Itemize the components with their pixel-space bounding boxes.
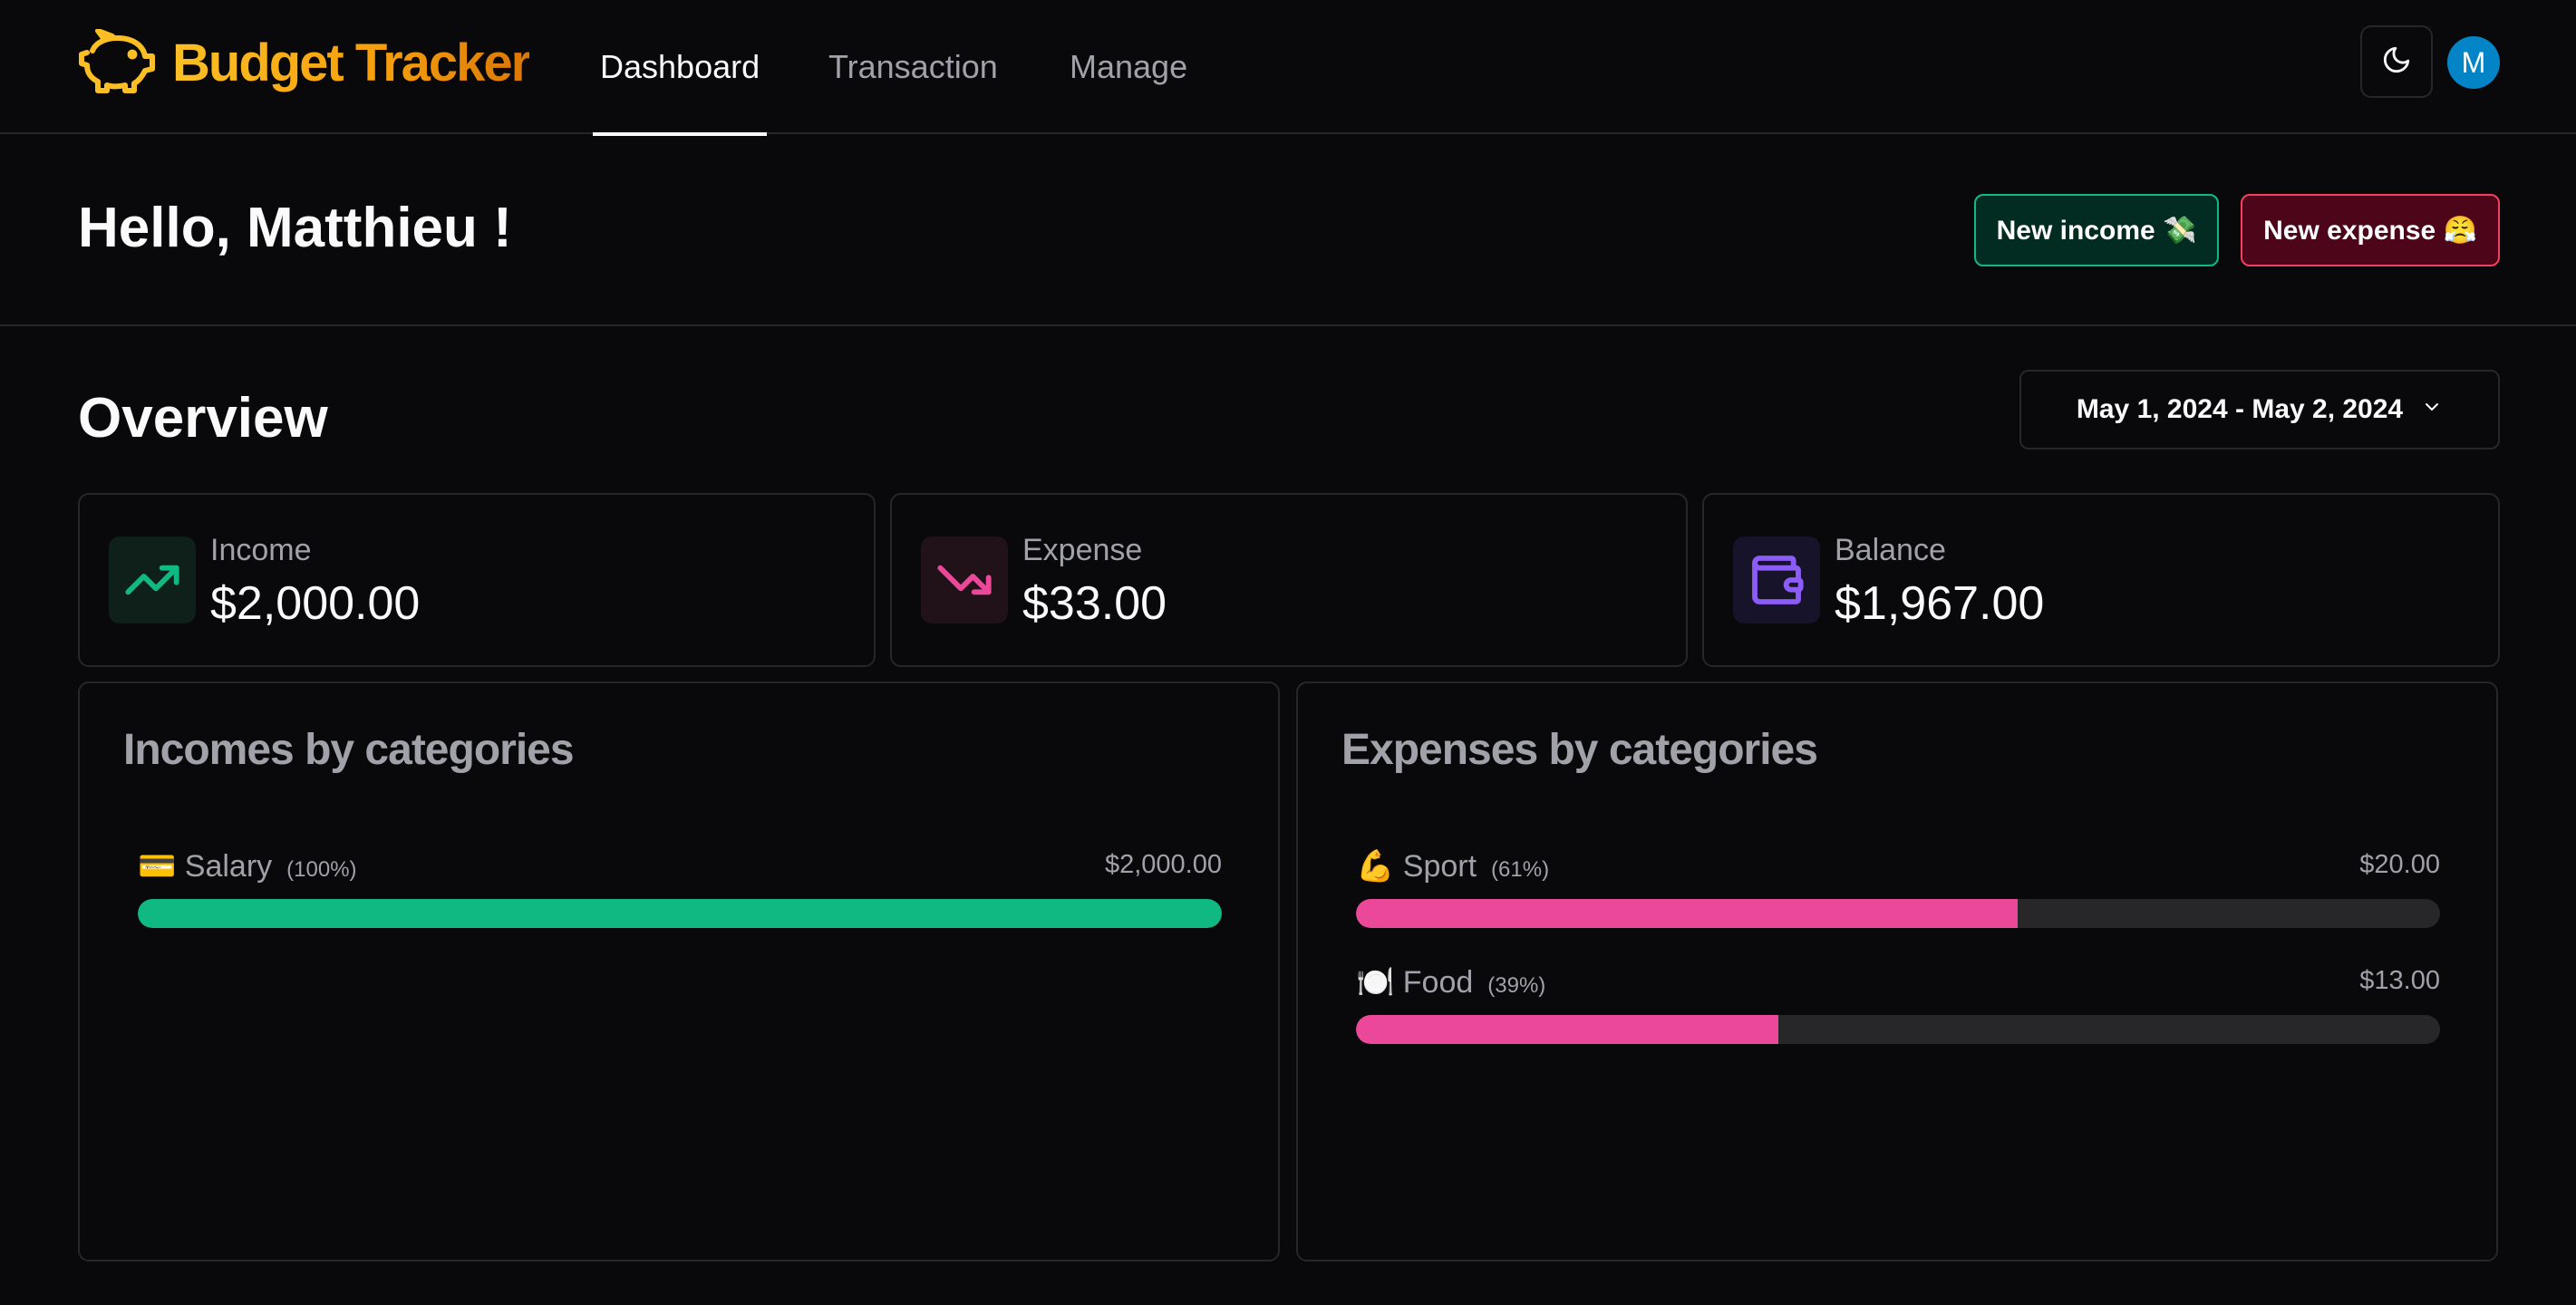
income-stat-card: Income $2,000.00 [78,493,876,667]
incomes-by-category-card: Incomes by categories 💳 Salary (100%) $2… [78,682,1280,1262]
user-avatar[interactable]: M [2447,36,2500,89]
balance-label: Balance [1835,533,1946,567]
overview-title: Overview [78,387,328,450]
greeting-bar: Hello, Matthieu ! New income 💸 New expen… [0,136,2576,326]
category-progress-track [1356,1015,2440,1044]
chevron-down-icon [2403,394,2443,425]
category-progress-fill [1356,1015,1779,1044]
date-range-picker[interactable]: May 1, 2024 - May 2, 2024 [2019,370,2500,450]
category-row-food: 🍽️ Food (39%) $13.00 [1356,964,2440,1055]
category-amount: $20.00 [2359,850,2440,879]
category-progress-fill [138,899,1222,928]
trending-up-icon [109,536,196,624]
category-percent: (100%) [286,857,357,882]
category-row-sport: 💪 Sport (61%) $20.00 [1356,848,2440,939]
new-income-button[interactable]: New income 💸 [1974,194,2219,266]
expense-value: $33.00 [1022,577,1167,630]
category-row-salary: 💳 Salary (100%) $2,000.00 [138,848,1222,939]
balance-value: $1,967.00 [1835,577,2045,630]
date-range-label: May 1, 2024 - May 2, 2024 [2076,394,2404,424]
category-percent: (61%) [1491,857,1550,882]
expense-label: Expense [1022,533,1143,567]
category-amount: $13.00 [2359,966,2440,995]
category-progress-track [138,899,1222,928]
new-expense-button[interactable]: New expense 😤 [2241,194,2500,266]
nav-dashboard[interactable]: Dashboard [593,0,768,136]
balance-stat-card: Balance $1,967.00 [1702,493,2500,667]
theme-toggle-button[interactable] [2360,25,2433,98]
expenses-by-category-title: Expenses by categories [1341,726,1818,774]
greeting-heading: Hello, Matthieu ! [78,197,512,259]
category-name: 🍽️ Food [1356,965,1474,1000]
expenses-by-category-card: Expenses by categories 💪 Sport (61%) $20… [1296,682,2498,1262]
wallet-icon [1733,536,1820,624]
category-progress-track [1356,899,2440,928]
nav-manage[interactable]: Manage [1062,0,1195,134]
app-logo[interactable]: Budget Tracker [78,27,531,99]
expense-stat-card: Expense $33.00 [890,493,1688,667]
income-value: $2,000.00 [210,577,421,630]
trending-down-icon [921,536,1008,624]
category-name: 💳 Salary [138,849,273,884]
top-navbar: Budget Tracker Dashboard Transaction Man… [0,0,2576,136]
category-name: 💪 Sport [1356,849,1477,884]
moon-icon [2381,44,2412,80]
app-name: Budget Tracker [172,31,531,96]
piggy-bank-icon [78,27,156,99]
category-amount: $2,000.00 [1104,850,1222,879]
income-label: Income [210,533,312,567]
incomes-by-category-title: Incomes by categories [123,726,575,774]
nav-transaction[interactable]: Transaction [821,0,1005,134]
category-progress-fill [1356,899,2018,928]
category-percent: (39%) [1487,973,1546,998]
